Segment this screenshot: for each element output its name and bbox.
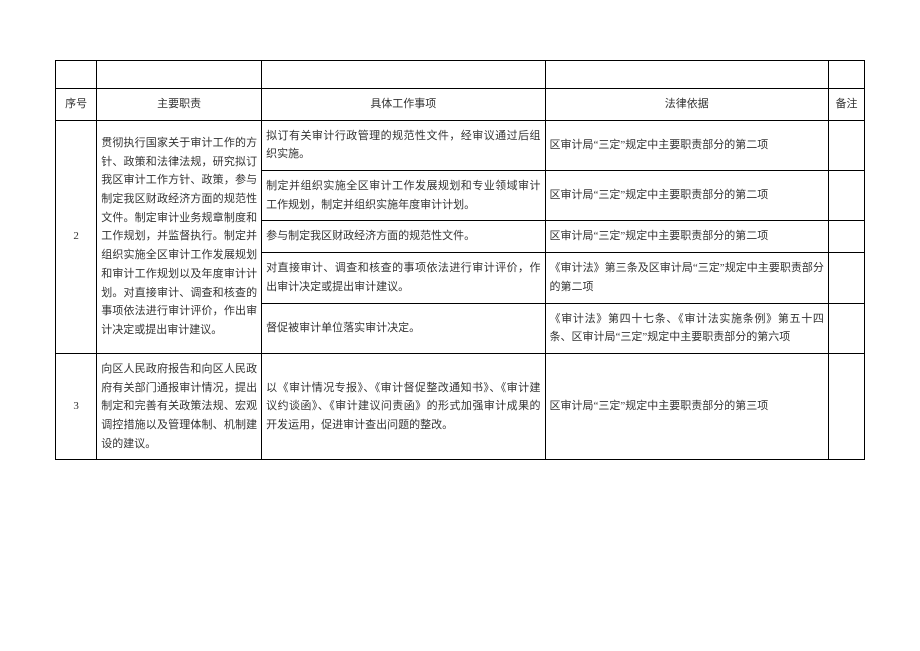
header-remark: 备注 [828,89,864,121]
cell-remark [828,353,864,459]
header-seq: 序号 [56,89,97,121]
cell-work: 以《审计情况专报》、《审计督促整改通知书》、《审计建议约谈函》、《审计建议问责函… [262,353,545,459]
empty-cell [262,61,545,89]
cell-law: 区审计局“三定”规定中主要职责部分的第三项 [545,353,828,459]
header-law: 法律依据 [545,89,828,121]
cell-remark [828,303,864,353]
cell-duty: 向区人民政府报告和向区人民政府有关部门通报审计情况，提出制定和完善有关政策法规、… [97,353,262,459]
cell-remark [828,171,864,221]
responsibility-table: 序号 主要职责 具体工作事项 法律依据 备注 2 贯彻执行国家关于审计工作的方针… [55,60,865,460]
cell-seq: 3 [56,353,97,459]
empty-cell [97,61,262,89]
cell-remark [828,120,864,170]
header-work: 具体工作事项 [262,89,545,121]
cell-work: 参与制定我区财政经济方面的规范性文件。 [262,221,545,253]
table-row: 3 向区人民政府报告和向区人民政府有关部门通报审计情况，提出制定和完善有关政策法… [56,353,865,459]
cell-work: 制定并组织实施全区审计工作发展规划和专业领域审计工作规划，制定并组织实施年度审计… [262,171,545,221]
cell-work: 拟订有关审计行政管理的规范性文件，经审议通过后组织实施。 [262,120,545,170]
cell-law: 《审计法》第四十七条、《审计法实施条例》第五十四条、区审计局“三定”规定中主要职… [545,303,828,353]
cell-remark [828,221,864,253]
table-empty-row [56,61,865,89]
cell-law: 区审计局“三定”规定中主要职责部分的第二项 [545,120,828,170]
cell-law: 区审计局“三定”规定中主要职责部分的第二项 [545,171,828,221]
cell-law: 《审计法》第三条及区审计局“三定”规定中主要职责部分的第二项 [545,253,828,303]
cell-work: 督促被审计单位落实审计决定。 [262,303,545,353]
cell-duty: 贯彻执行国家关于审计工作的方针、政策和法律法规，研究拟订我区审计工作方针、政策，… [97,120,262,353]
cell-law: 区审计局“三定”规定中主要职责部分的第二项 [545,221,828,253]
empty-cell [828,61,864,89]
empty-cell [56,61,97,89]
empty-cell [545,61,828,89]
table-row: 2 贯彻执行国家关于审计工作的方针、政策和法律法规，研究拟订我区审计工作方针、政… [56,120,865,170]
table-header-row: 序号 主要职责 具体工作事项 法律依据 备注 [56,89,865,121]
cell-remark [828,253,864,303]
cell-seq: 2 [56,120,97,353]
header-duty: 主要职责 [97,89,262,121]
cell-work: 对直接审计、调查和核查的事项依法进行审计评价，作出审计决定或提出审计建议。 [262,253,545,303]
